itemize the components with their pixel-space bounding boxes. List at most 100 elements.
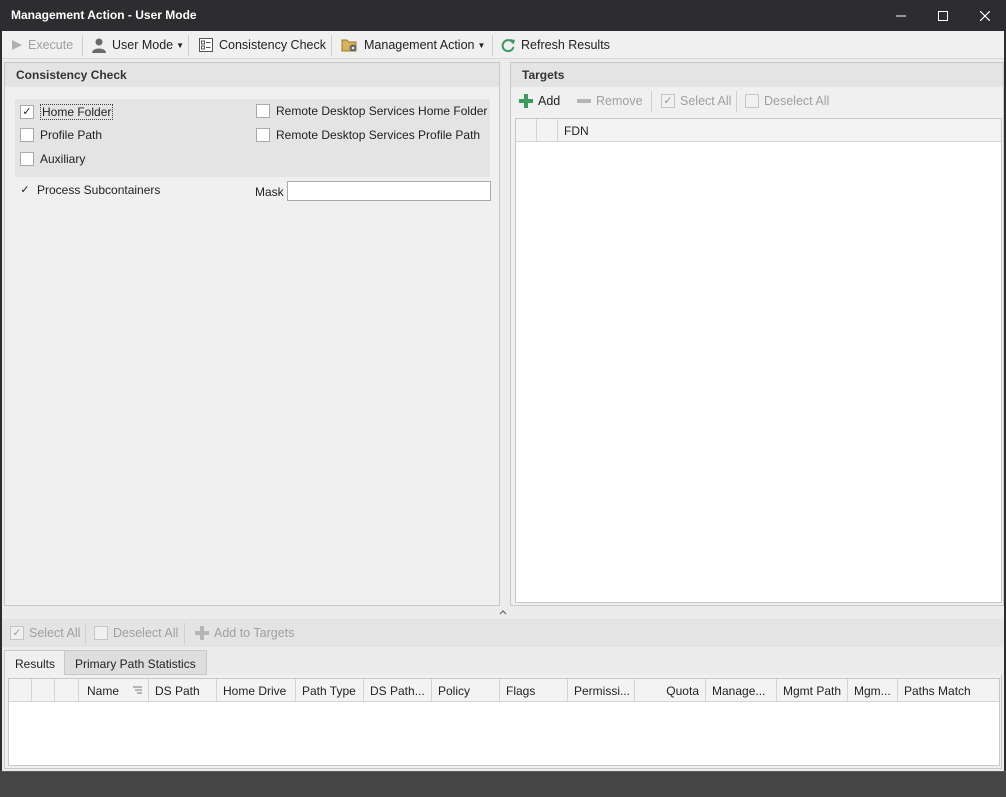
add-target-button[interactable]: Add bbox=[519, 91, 560, 111]
checkbox-label: Process Subcontainers bbox=[37, 183, 161, 197]
remove-target-button[interactable]: Remove bbox=[577, 91, 643, 111]
user-mode-dropdown[interactable]: User Mode ▼ bbox=[91, 35, 184, 55]
home-drive-column-header[interactable]: Home Drive bbox=[217, 679, 296, 702]
checkbox-box[interactable]: ✓ bbox=[18, 183, 32, 197]
select-all-targets-button[interactable]: ✓ Select All bbox=[661, 91, 731, 111]
select-all-label: Select All bbox=[29, 626, 81, 640]
consistency-check-panel: Consistency Check ✓ Home Folder Profile … bbox=[4, 62, 500, 606]
mgmt-column-header[interactable]: Mgm... bbox=[848, 679, 898, 702]
deselect-all-label: Deselect All bbox=[113, 626, 179, 640]
checkbox-label: Home Folder bbox=[40, 104, 114, 120]
paths-match-column-header[interactable]: Paths Match bbox=[898, 679, 999, 702]
consistency-check-button[interactable]: Consistency Check bbox=[198, 35, 326, 55]
select-column[interactable] bbox=[32, 679, 55, 702]
refresh-results-button[interactable]: Refresh Results bbox=[500, 35, 610, 55]
minimize-button[interactable] bbox=[880, 0, 922, 31]
toolbar-separator bbox=[82, 35, 83, 56]
icon-column[interactable] bbox=[55, 679, 79, 702]
mask-input[interactable] bbox=[287, 181, 491, 201]
fdn-column-header[interactable]: FDN bbox=[558, 119, 1001, 142]
maximize-icon bbox=[938, 10, 948, 21]
toolbar-separator bbox=[492, 35, 493, 56]
toolbar-separator bbox=[331, 35, 332, 56]
select-column[interactable] bbox=[537, 119, 558, 142]
profile-path-checkbox[interactable]: Profile Path bbox=[20, 128, 102, 142]
path-type-column-header[interactable]: Path Type bbox=[296, 679, 364, 702]
toolbar-separator bbox=[651, 91, 652, 112]
status-bar bbox=[0, 771, 1006, 797]
results-toolbar: ✓ Select All Deselect All Add to Targets bbox=[2, 619, 1004, 647]
checkbox-checked-icon: ✓ bbox=[10, 626, 24, 640]
maximize-button[interactable] bbox=[922, 0, 964, 31]
toolbar-separator bbox=[188, 35, 189, 56]
minus-icon bbox=[577, 99, 591, 103]
close-button[interactable] bbox=[964, 0, 1006, 31]
checkbox-box[interactable] bbox=[20, 128, 34, 142]
checkbox-box[interactable] bbox=[20, 152, 34, 166]
chevron-down-icon: ▼ bbox=[477, 40, 486, 50]
checkbox-empty-icon bbox=[745, 94, 759, 108]
consistency-check-label: Consistency Check bbox=[219, 38, 326, 52]
ds-path-column-header[interactable]: DS Path bbox=[149, 679, 217, 702]
name-column-header[interactable]: Name bbox=[79, 679, 149, 702]
auxiliary-checkbox[interactable]: Auxiliary bbox=[20, 152, 85, 166]
checkbox-box[interactable] bbox=[256, 128, 270, 142]
add-to-targets-label: Add to Targets bbox=[214, 626, 295, 640]
window-title: Management Action - User Mode bbox=[11, 8, 197, 22]
deselect-all-results-button[interactable]: Deselect All bbox=[94, 623, 178, 643]
policy-column-header[interactable]: Policy bbox=[432, 679, 500, 702]
title-bar: Management Action - User Mode bbox=[0, 0, 1006, 31]
sort-icon bbox=[133, 686, 142, 694]
results-grid-header: Name DS Path Home Drive Path Type DS Pat… bbox=[9, 679, 999, 702]
deselect-all-targets-button[interactable]: Deselect All bbox=[745, 91, 829, 111]
targets-header: Targets bbox=[511, 63, 1003, 87]
close-icon bbox=[980, 10, 990, 21]
results-tab-content: Name DS Path Home Drive Path Type DS Pat… bbox=[4, 675, 1002, 769]
window-client: Execute User Mode ▼ Consistency Check Ma… bbox=[2, 31, 1004, 771]
results-grid[interactable]: Name DS Path Home Drive Path Type DS Pat… bbox=[8, 678, 1000, 766]
permissions-column-header[interactable]: Permissi... bbox=[568, 679, 635, 702]
row-indicator-column bbox=[9, 679, 32, 702]
plus-icon bbox=[519, 94, 533, 108]
process-subcontainers-checkbox[interactable]: ✓ Process Subcontainers bbox=[18, 183, 160, 197]
user-icon bbox=[92, 38, 106, 53]
deselect-all-label: Deselect All bbox=[764, 94, 830, 108]
targets-panel: Targets Add Remove ✓ Select All Deselect… bbox=[510, 62, 1004, 606]
column-label: Name bbox=[87, 684, 120, 698]
checkbox-box[interactable]: ✓ bbox=[20, 105, 34, 119]
refresh-icon bbox=[501, 39, 515, 53]
mgmt-path-column-header[interactable]: Mgmt Path bbox=[777, 679, 848, 702]
chevron-down-icon: ▼ bbox=[176, 40, 185, 50]
user-mode-label: User Mode bbox=[112, 38, 174, 52]
rds-profile-path-checkbox[interactable]: Remote Desktop Services Profile Path bbox=[256, 128, 480, 142]
checkbox-label: Auxiliary bbox=[40, 152, 86, 166]
execute-button[interactable]: Execute bbox=[11, 35, 73, 55]
flags-column-header[interactable]: Flags bbox=[500, 679, 568, 702]
quota-column-header[interactable]: Quota bbox=[635, 679, 706, 702]
main-toolbar: Execute User Mode ▼ Consistency Check Ma… bbox=[2, 31, 1004, 59]
remove-label: Remove bbox=[596, 94, 643, 108]
minimize-icon bbox=[896, 15, 906, 16]
splitter-arrow-icon[interactable] bbox=[499, 609, 507, 615]
management-action-dropdown[interactable]: Management Action ▼ bbox=[341, 35, 485, 55]
toolbar-separator bbox=[85, 623, 86, 644]
refresh-results-label: Refresh Results bbox=[521, 38, 610, 52]
management-action-label: Management Action bbox=[364, 38, 475, 52]
checkbox-label: Remote Desktop Services Home Folder bbox=[276, 104, 488, 118]
rds-home-folder-checkbox[interactable]: Remote Desktop Services Home Folder bbox=[256, 104, 487, 118]
tab-results[interactable]: Results bbox=[4, 650, 67, 676]
checkbox-box[interactable] bbox=[256, 104, 270, 118]
targets-grid[interactable]: FDN bbox=[515, 118, 1002, 603]
ds-path-2-column-header[interactable]: DS Path... bbox=[364, 679, 432, 702]
management-column-header[interactable]: Manage... bbox=[706, 679, 777, 702]
checklist-icon bbox=[199, 38, 213, 52]
consistency-check-header: Consistency Check bbox=[5, 63, 499, 87]
folder-gear-icon bbox=[341, 39, 357, 52]
select-all-results-button[interactable]: ✓ Select All bbox=[10, 623, 80, 643]
mask-label: Mask bbox=[255, 185, 284, 199]
home-folder-checkbox[interactable]: ✓ Home Folder bbox=[20, 104, 114, 120]
row-indicator-column bbox=[516, 119, 537, 142]
tab-primary-path-statistics[interactable]: Primary Path Statistics bbox=[64, 650, 207, 675]
execute-label: Execute bbox=[28, 38, 74, 52]
add-to-targets-button[interactable]: Add to Targets bbox=[195, 623, 294, 643]
